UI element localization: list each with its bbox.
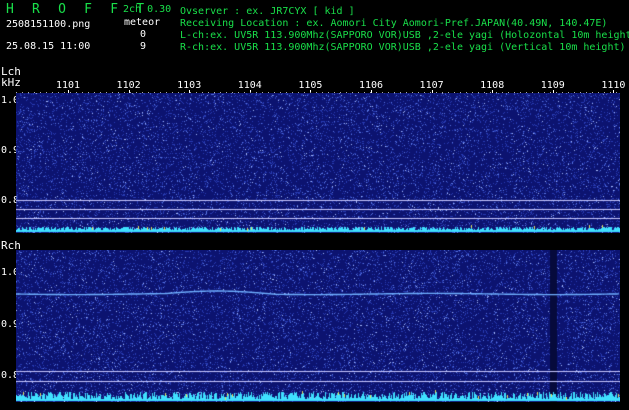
channel-mode-label: 2ch 0.30 bbox=[123, 4, 172, 15]
meteor-count-lch: 0 bbox=[140, 29, 147, 40]
rch-spectrogram bbox=[16, 250, 620, 402]
meteor-label: meteor bbox=[124, 17, 161, 28]
location-line: Receiving Location : ex. Aomori City Aom… bbox=[180, 18, 608, 29]
meteor-count-rch: 9 bbox=[140, 41, 147, 52]
timestamp-label: 25.08.15 11:00 bbox=[6, 41, 91, 52]
lch-spectrogram bbox=[16, 93, 620, 233]
rch-spectrogram-canvas bbox=[16, 250, 620, 402]
observer-line: Ovserver : ex. JR7CYX [ kid ] bbox=[180, 6, 355, 17]
rch-config-line: R-ch:ex. UV5R 113.900Mhz(SAPPORO VOR)USB… bbox=[180, 42, 626, 53]
station-info: Ovserver : ex. JR7CYX [ kid ] Receiving … bbox=[180, 6, 629, 54]
lch-config-line: L-ch:ex. UV5R 113.900Mhz(SAPPORO VOR)USB… bbox=[180, 30, 629, 41]
lch-spectrogram-canvas bbox=[16, 93, 620, 233]
filename-label: 2508151100.png bbox=[6, 19, 91, 30]
time-axis: 1101 1102 1103 1104 1105 1106 1107 1108 1109 1110 bbox=[0, 74, 629, 94]
